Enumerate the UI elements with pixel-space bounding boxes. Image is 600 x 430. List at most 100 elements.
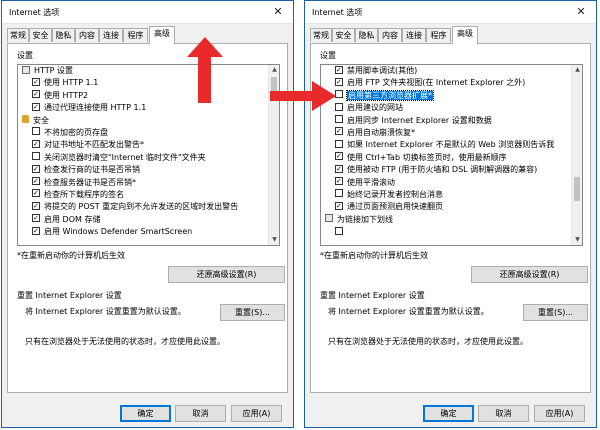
- lock-icon: [22, 115, 29, 124]
- internet-options-window-left: Internet 选项 ✕ 常规 安全 隐私 内容 连接 程序 高级 设置 HT…: [1, 0, 294, 428]
- list-item[interactable]: 启用 Windows Defender SmartScreen: [18, 226, 267, 238]
- checkbox-checked-icon[interactable]: [32, 201, 40, 210]
- checkbox-checked-icon[interactable]: [32, 164, 40, 173]
- list-item[interactable]: 启用建议的网站: [321, 102, 570, 114]
- list-item[interactable]: 使用平滑滚动: [321, 177, 570, 189]
- checkbox-icon[interactable]: [335, 90, 343, 99]
- list-item-label: 启用 FTP 文件夹视图(在 Internet Explorer 之外): [347, 78, 526, 88]
- list-item[interactable]: [321, 226, 570, 238]
- list-item-label: 不将加密的页存盘: [44, 127, 108, 137]
- cancel-button[interactable]: 取消: [175, 405, 226, 422]
- list-item[interactable]: 启用第三方浏览器扩展*: [321, 89, 570, 102]
- reset-button[interactable]: 重置(S)...: [523, 304, 588, 321]
- tab-programs[interactable]: 程序: [123, 28, 148, 42]
- list-item[interactable]: 为链接加下划线: [321, 214, 570, 226]
- up-arrow-shaft: [198, 53, 211, 103]
- ok-button[interactable]: 确定: [120, 405, 171, 422]
- restore-advanced-button[interactable]: 还原高级设置(R): [471, 266, 588, 283]
- list-item[interactable]: 检查发行商的证书是否吊销: [18, 164, 267, 176]
- checkbox-checked-icon[interactable]: [32, 139, 40, 148]
- checkbox-checked-icon[interactable]: [335, 152, 343, 161]
- list-item[interactable]: 启用自动崩溃恢复*: [321, 127, 570, 139]
- title-bar: Internet 选项 ✕: [2, 1, 293, 24]
- close-icon[interactable]: ✕: [263, 1, 293, 23]
- cancel-button[interactable]: 取消: [478, 405, 529, 422]
- scroll-down-icon[interactable]: ▼: [269, 235, 279, 245]
- tab-connections[interactable]: 连接: [402, 28, 426, 42]
- list-item[interactable]: 将提交的 POST 重定向到不允许发送的区域时发出警告: [18, 201, 267, 213]
- list-item[interactable]: HTTP 设置: [18, 65, 267, 77]
- checkbox-icon[interactable]: [32, 127, 40, 136]
- restore-advanced-button[interactable]: 还原高级设置(R): [168, 266, 285, 283]
- list-item[interactable]: 启用同步 Internet Explorer 设置和数据: [321, 115, 570, 127]
- checkbox-icon[interactable]: [335, 102, 343, 111]
- apply-button[interactable]: 应用(A): [231, 405, 282, 422]
- list-item[interactable]: 不将加密的页存盘: [18, 127, 267, 139]
- checkbox-checked-icon[interactable]: [32, 90, 40, 99]
- list-item[interactable]: 检查所下载程序的签名: [18, 189, 267, 201]
- vertical-scrollbar[interactable]: ▲ ▼: [571, 65, 582, 245]
- list-item[interactable]: 禁用脚本调试(其他): [321, 65, 570, 77]
- settings-listbox[interactable]: 禁用脚本调试(其他) 启用 FTP 文件夹视图(在 Internet Explor…: [320, 64, 583, 246]
- tab-general[interactable]: 常规: [7, 28, 29, 42]
- list-item[interactable]: 使用 HTTP2: [18, 90, 267, 102]
- list-item[interactable]: 对证书地址不匹配发出警告*: [18, 139, 267, 151]
- settings-list: 禁用脚本调试(其他) 启用 FTP 文件夹视图(在 Internet Explor…: [321, 65, 570, 238]
- checkbox-checked-icon[interactable]: [32, 189, 40, 198]
- checkbox-icon[interactable]: [335, 139, 343, 148]
- checkbox-icon[interactable]: [335, 226, 343, 235]
- list-item[interactable]: 使用 Ctrl+Tab 切换标签页时，使用最新顺序: [321, 152, 570, 164]
- list-item[interactable]: 安全: [18, 115, 267, 127]
- checkbox-checked-icon[interactable]: [32, 226, 40, 235]
- checkbox-icon[interactable]: [335, 115, 343, 124]
- list-item-label: 使用 Ctrl+Tab 切换标签页时，使用最新顺序: [347, 152, 507, 162]
- list-item[interactable]: 关闭浏览器时清空"Internet 临时文件"文件夹: [18, 152, 267, 164]
- tab-security[interactable]: 安全: [29, 28, 52, 42]
- tab-content[interactable]: 内容: [75, 28, 99, 42]
- checkbox-checked-icon[interactable]: [335, 77, 343, 86]
- checkbox-checked-icon[interactable]: [32, 177, 40, 186]
- tab-security[interactable]: 安全: [332, 28, 355, 42]
- scroll-thumb[interactable]: [574, 177, 580, 201]
- checkbox-checked-icon[interactable]: [335, 177, 343, 186]
- scroll-down-icon[interactable]: ▼: [572, 235, 582, 245]
- settings-listbox[interactable]: HTTP 设置使用 HTTP 1.1 使用 HTTP2 通过代理连接使用 HTTP …: [17, 64, 280, 246]
- checkbox-icon[interactable]: [335, 189, 343, 198]
- tab-privacy[interactable]: 隐私: [355, 28, 378, 42]
- apply-button[interactable]: 应用(A): [534, 405, 585, 422]
- checkbox-checked-icon[interactable]: [335, 127, 343, 136]
- scroll-up-icon[interactable]: ▲: [269, 65, 279, 75]
- advanced-panel: 设置 HTTP 设置使用 HTTP 1.1 使用 HTTP2 通过代理连接使用 HT…: [7, 43, 288, 393]
- advanced-panel: 设置 禁用脚本调试(其他) 启用 FTP 文件夹视图(在 Internet Exp…: [310, 43, 591, 393]
- list-item[interactable]: 通过代理连接使用 HTTP 1.1: [18, 102, 267, 114]
- list-item[interactable]: 启用 FTP 文件夹视图(在 Internet Explorer 之外): [321, 77, 570, 89]
- tab-advanced[interactable]: 高级: [452, 26, 478, 44]
- list-item-label: 始终记录开发者控制台消息: [347, 189, 443, 199]
- list-item[interactable]: 如果 Internet Explorer 不是默认的 Web 浏览器则告诉我: [321, 139, 570, 151]
- list-item[interactable]: 使用被动 FTP (用于防火墙和 DSL 调制解调器的兼容): [321, 164, 570, 176]
- reset-button[interactable]: 重置(S)...: [220, 304, 285, 321]
- checkbox-checked-icon[interactable]: [32, 214, 40, 223]
- ok-button[interactable]: 确定: [423, 405, 474, 422]
- checkbox-icon[interactable]: [32, 152, 40, 161]
- list-item[interactable]: 通过页面预测启用快速翻页: [321, 201, 570, 213]
- checkbox-checked-icon[interactable]: [335, 164, 343, 173]
- tab-general[interactable]: 常规: [310, 28, 332, 42]
- tab-connections[interactable]: 连接: [99, 28, 123, 42]
- list-item[interactable]: 启用 DOM 存储: [18, 214, 267, 226]
- tab-programs[interactable]: 程序: [426, 28, 451, 42]
- tab-privacy[interactable]: 隐私: [52, 28, 75, 42]
- checkbox-checked-icon[interactable]: [335, 65, 343, 74]
- tab-advanced[interactable]: 高级: [149, 26, 175, 44]
- list-item[interactable]: 使用 HTTP 1.1: [18, 77, 267, 89]
- list-item[interactable]: 始终记录开发者控制台消息: [321, 189, 570, 201]
- scroll-up-icon[interactable]: ▲: [572, 65, 582, 75]
- list-item[interactable]: 检查服务器证书是否吊销*: [18, 177, 267, 189]
- checkbox-checked-icon[interactable]: [32, 102, 40, 111]
- close-icon[interactable]: ✕: [566, 1, 596, 23]
- checkbox-checked-icon[interactable]: [32, 77, 40, 86]
- tab-content[interactable]: 内容: [378, 28, 402, 42]
- list-item-label: 将提交的 POST 重定向到不允许发送的区域时发出警告: [44, 202, 239, 212]
- checkbox-checked-icon[interactable]: [335, 201, 343, 210]
- list-item-label: 禁用脚本调试(其他): [347, 66, 418, 75]
